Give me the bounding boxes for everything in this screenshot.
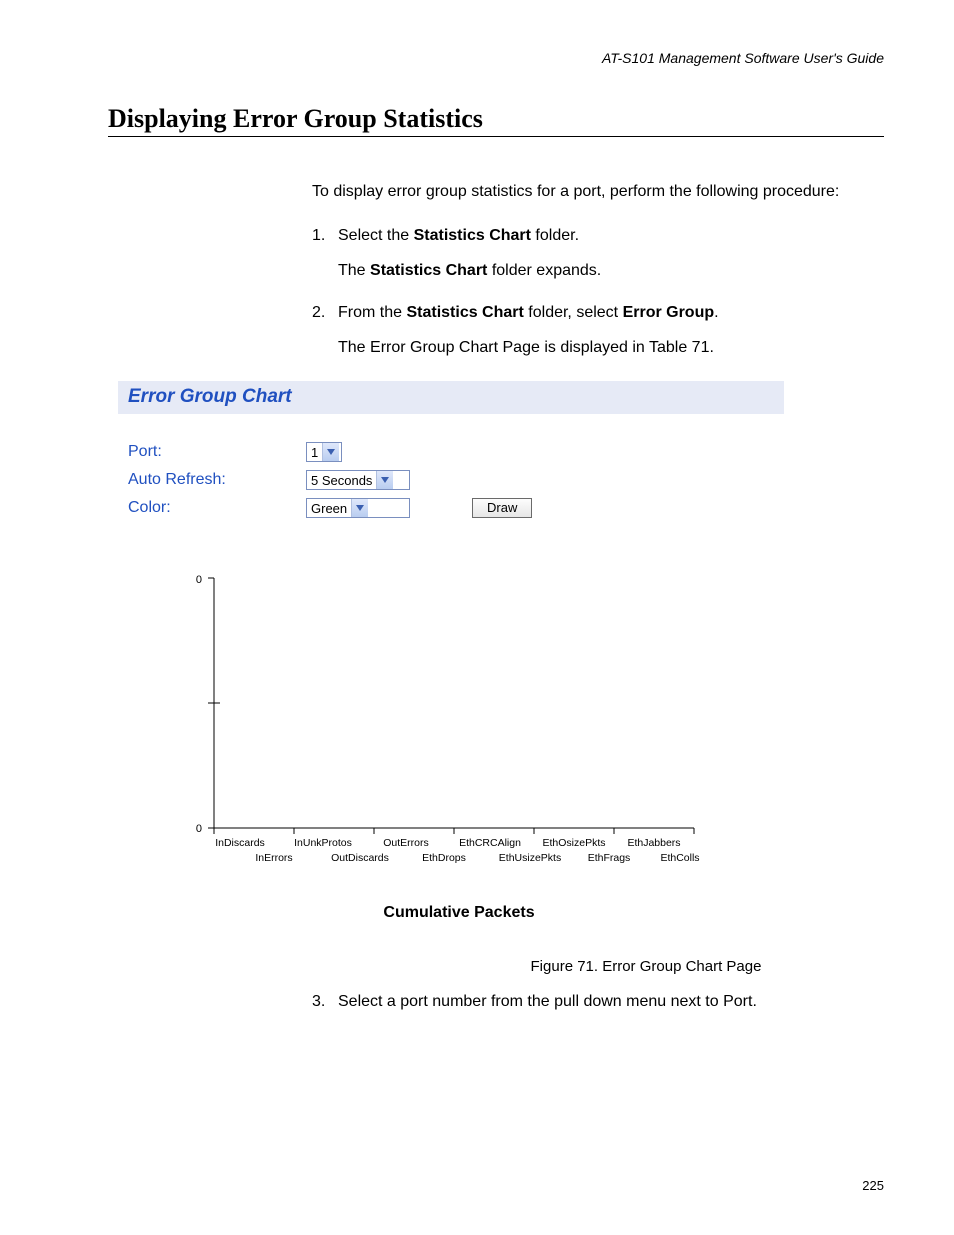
svg-text:EthCRCAlign: EthCRCAlign — [459, 837, 521, 849]
port-value: 1 — [307, 443, 322, 461]
svg-text:OutErrors: OutErrors — [383, 837, 429, 849]
error-group-chart: 0 0 InDiscards InUnkProtos OutErrors Eth… — [174, 568, 734, 878]
chart-x-label: Cumulative Packets — [134, 904, 784, 922]
port-row: Port: 1 — [128, 442, 774, 462]
page-number: 225 — [862, 1178, 884, 1193]
step-1: 1. Select the Statistics Chart folder. — [312, 225, 884, 247]
step-number: 3. — [312, 993, 338, 1011]
svg-text:EthDrops: EthDrops — [422, 852, 466, 864]
draw-button[interactable]: Draw — [472, 498, 532, 518]
svg-text:EthUsizePkts: EthUsizePkts — [499, 852, 561, 864]
content-block: To display error group statistics for a … — [312, 181, 884, 359]
color-label: Color: — [128, 499, 306, 517]
port-label: Port: — [128, 443, 306, 461]
error-group-panel: Error Group Chart Port: 1 Auto Refresh: … — [118, 381, 784, 922]
step-number: 2. — [312, 302, 338, 324]
intro-text: To display error group statistics for a … — [312, 181, 884, 203]
chevron-down-icon — [376, 471, 393, 489]
chevron-down-icon — [322, 443, 339, 461]
step-body: From the Statistics Chart folder, select… — [338, 302, 884, 324]
step-body: Select the Statistics Chart folder. — [338, 225, 884, 247]
refresh-row: Auto Refresh: 5 Seconds — [128, 470, 774, 490]
y-tick-bottom: 0 — [196, 823, 202, 835]
chevron-down-icon — [351, 499, 368, 517]
step-3: 3. Select a port number from the pull do… — [312, 993, 884, 1011]
step-number: 1. — [312, 225, 338, 247]
svg-text:InErrors: InErrors — [255, 852, 292, 864]
svg-text:EthColls: EthColls — [660, 852, 699, 864]
y-tick-top: 0 — [196, 574, 202, 586]
panel-title: Error Group Chart — [128, 386, 292, 407]
panel-header: Error Group Chart — [118, 381, 784, 414]
port-select[interactable]: 1 — [306, 442, 342, 462]
page-header: AT-S101 Management Software User's Guide — [108, 50, 884, 66]
svg-text:EthJabbers: EthJabbers — [627, 837, 680, 849]
step-body: Select a port number from the pull down … — [338, 993, 884, 1011]
svg-text:InUnkProtos: InUnkProtos — [294, 837, 352, 849]
svg-text:EthOsizePkts: EthOsizePkts — [542, 837, 605, 849]
refresh-value: 5 Seconds — [307, 471, 376, 489]
color-select[interactable]: Green — [306, 498, 410, 518]
chart-area: 0 0 InDiscards InUnkProtos OutErrors Eth… — [174, 568, 784, 922]
svg-text:EthFrags: EthFrags — [588, 852, 631, 864]
figure-caption: Figure 71. Error Group Chart Page — [408, 958, 884, 975]
step-2: 2. From the Statistics Chart folder, sel… — [312, 302, 884, 324]
refresh-label: Auto Refresh: — [128, 471, 306, 489]
color-value: Green — [307, 499, 351, 517]
step-1-follow: The Statistics Chart folder expands. — [338, 260, 884, 282]
step-2-follow: The Error Group Chart Page is displayed … — [338, 337, 884, 359]
svg-text:InDiscards: InDiscards — [215, 837, 265, 849]
refresh-select[interactable]: 5 Seconds — [306, 470, 410, 490]
form-area: Port: 1 Auto Refresh: 5 Seconds — [118, 414, 784, 536]
svg-text:OutDiscards: OutDiscards — [331, 852, 389, 864]
section-title: Displaying Error Group Statistics — [108, 104, 884, 137]
color-row: Color: Green Draw — [128, 498, 774, 518]
